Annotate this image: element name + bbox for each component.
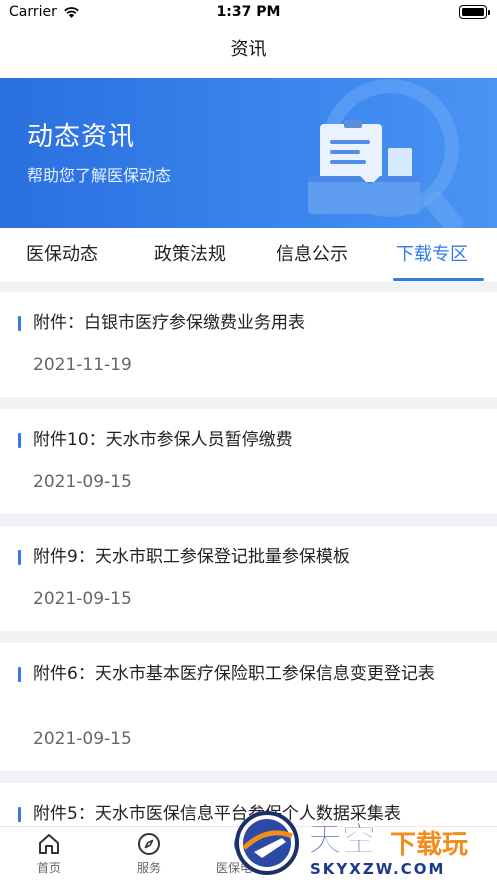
compass-icon (138, 833, 160, 855)
battery-icon (459, 5, 490, 19)
accent-bar (18, 667, 21, 682)
clock: 1:37 PM (216, 4, 281, 20)
tabbar-label: 首页 (36, 861, 61, 875)
banner: 动态资讯 帮助您了解医保动态 (0, 78, 497, 228)
article-title: 附件10：天水市参保人员暂停缴费 (33, 430, 293, 450)
airplane-logo-icon (235, 811, 299, 875)
tab-policies-regulations[interactable]: 政策法规 (154, 240, 226, 266)
article-date: 2021-11-19 (33, 355, 132, 375)
article-title: 附件9：天水市职工参保登记批量参保模板 (33, 547, 350, 567)
status-bar: Carrier 1:37 PM (0, 0, 497, 26)
active-tab-indicator (393, 278, 484, 281)
article-title: 附件6：天水市基本医疗保险职工参保信息变更登记表 (33, 664, 435, 684)
banner-subtitle: 帮助您了解医保动态 (27, 166, 172, 185)
category-tabs: 医保动态 政策法规 信息公示 下载专区 (0, 228, 497, 282)
list-item[interactable]: 附件10：天水市参保人员暂停缴费 2021-09-15 (0, 409, 497, 514)
watermark-suffix: 下载玩 (390, 830, 469, 860)
list-item[interactable]: 附件6：天水市基本医疗保险职工参保信息变更登记表 2021-09-15 (0, 643, 497, 771)
list-item[interactable]: 附件：白银市医疗参保缴费业务用表 2021-11-19 (0, 292, 497, 397)
article-date: 2021-09-15 (33, 589, 132, 609)
watermark-logo: 天空 下载玩 SKYXZW.COM (232, 806, 497, 883)
navigation-bar: 资讯 (0, 26, 497, 78)
page-title: 资讯 (230, 39, 267, 60)
accent-bar (18, 316, 21, 331)
article-title: 附件：白银市医疗参保缴费业务用表 (33, 313, 305, 333)
tabbar-item-home[interactable]: 首页 (19, 831, 79, 876)
accent-bar (18, 807, 21, 822)
article-date: 2021-09-15 (33, 472, 132, 492)
document-search-illustration (308, 79, 463, 228)
list-item[interactable]: 附件9：天水市职工参保登记批量参保模板 2021-09-15 (0, 526, 497, 631)
watermark-brand: 天空 (308, 820, 377, 861)
tab-medical-insurance-news[interactable]: 医保动态 (26, 240, 98, 266)
banner-title: 动态资讯 (27, 122, 136, 152)
tabbar-item-services[interactable]: 服务 (119, 831, 179, 876)
home-icon (39, 834, 59, 854)
tab-public-information[interactable]: 信息公示 (276, 240, 348, 266)
accent-bar (18, 550, 21, 565)
accent-bar (18, 433, 21, 448)
watermark-url: SKYXZW.COM (310, 860, 446, 878)
tabbar-label: 服务 (136, 861, 161, 875)
tab-download-zone[interactable]: 下载专区 (396, 240, 468, 266)
article-date: 2021-09-15 (33, 729, 132, 749)
